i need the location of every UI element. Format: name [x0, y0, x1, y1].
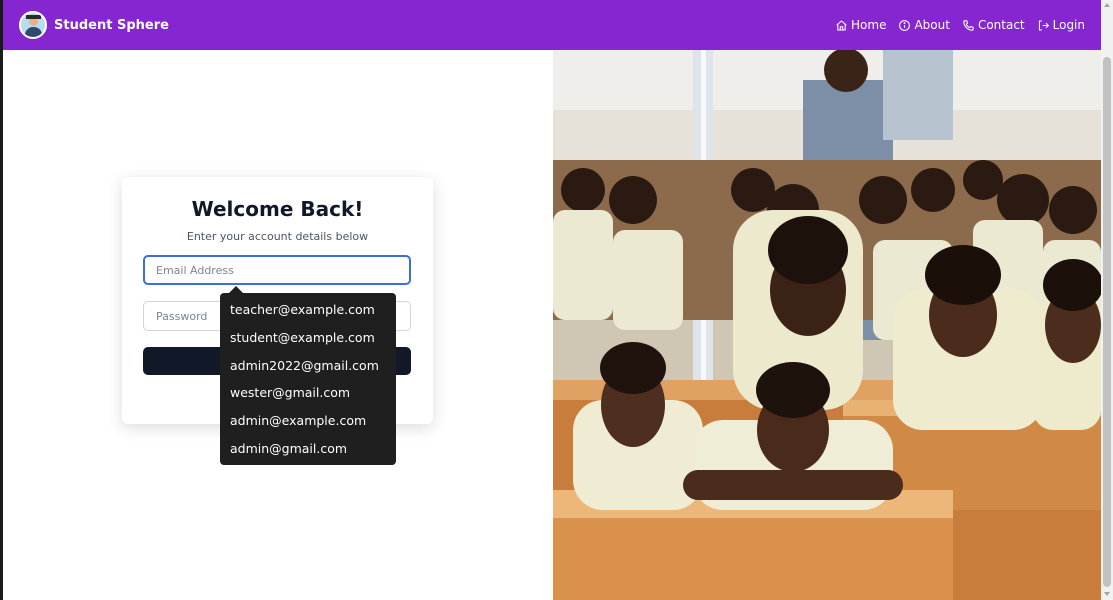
nav-contact-label: Contact — [977, 18, 1025, 32]
phone-icon — [963, 19, 974, 31]
nav-about-link[interactable]: About — [898, 18, 950, 32]
nav-about-label: About — [914, 18, 950, 32]
info-icon — [899, 19, 911, 31]
brand[interactable]: Student Sphere — [19, 11, 169, 39]
page-scrollbar[interactable] — [1101, 0, 1113, 600]
dropdown-caret — [229, 286, 243, 293]
top-navbar: Student Sphere Home About Contact Login — [3, 0, 1101, 50]
nav-login-link[interactable]: Login — [1037, 18, 1085, 32]
student-avatar-icon — [19, 11, 47, 39]
students-in-classroom-photo — [553, 50, 1101, 600]
autocomplete-option[interactable]: admin2022@gmail.com — [220, 352, 396, 380]
classroom-photo-illustration — [553, 50, 1101, 600]
login-icon — [1038, 20, 1049, 30]
scroll-up-arrow-icon[interactable] — [1104, 3, 1110, 7]
home-icon — [836, 19, 847, 30]
autocomplete-option[interactable]: admin@example.com — [220, 407, 396, 435]
email-field[interactable] — [143, 255, 411, 285]
nav-home-label: Home — [851, 18, 887, 32]
brand-name: Student Sphere — [54, 17, 169, 33]
scroll-down-arrow-icon[interactable] — [1104, 592, 1110, 596]
login-title: Welcome Back! — [191, 197, 364, 221]
email-autocomplete-dropdown: teacher@example.com student@example.com … — [220, 286, 396, 465]
nav-login-label: Login — [1052, 18, 1085, 32]
browser-viewport: Student Sphere Home About Contact Login … — [0, 0, 1113, 600]
nav-contact-link[interactable]: Contact — [962, 18, 1025, 32]
login-subtitle: Enter your account details below — [186, 230, 369, 243]
autocomplete-option[interactable]: teacher@example.com — [220, 296, 396, 324]
scrollbar-thumb[interactable] — [1103, 57, 1111, 587]
autocomplete-option[interactable]: admin@gmail.com — [220, 435, 396, 463]
autocomplete-option[interactable]: student@example.com — [220, 324, 396, 352]
nav-home-link[interactable]: Home — [835, 18, 886, 32]
nav-links: Home About Contact Login — [835, 18, 1085, 32]
autocomplete-option[interactable]: wester@gmail.com — [220, 379, 396, 407]
